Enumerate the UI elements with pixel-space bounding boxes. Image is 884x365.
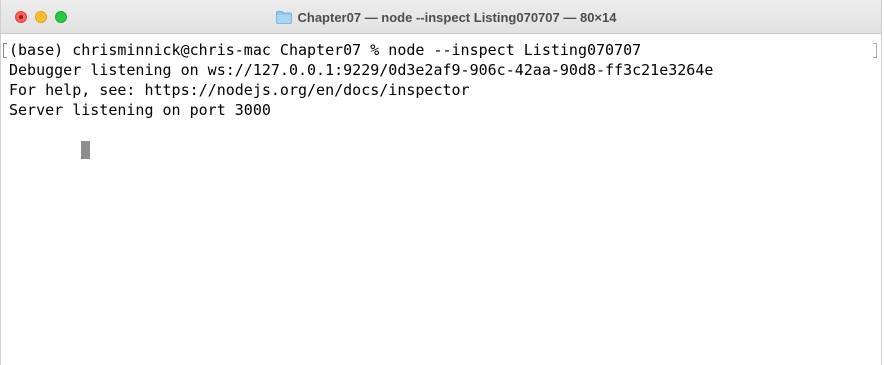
line-mark-right — [873, 43, 877, 58]
terminal-line-server: Server listening on port 3000 — [9, 101, 271, 119]
terminal-output[interactable]: (base) chrisminnick@chris-mac Chapter07 … — [1, 34, 881, 365]
terminal-content: (base) chrisminnick@chris-mac Chapter07 … — [9, 40, 869, 159]
terminal-line-command: (base) chrisminnick@chris-mac Chapter07 … — [9, 41, 642, 59]
terminal-line-debugger: Debugger listening on ws://127.0.0.1:922… — [9, 61, 714, 79]
terminal-window: Chapter07 — node --inspect Listing070707… — [0, 0, 882, 365]
terminal-cursor-line — [9, 120, 869, 159]
title-group: Chapter07 — node --inspect Listing070707… — [1, 0, 881, 34]
folder-icon — [275, 10, 292, 24]
title-bar[interactable]: Chapter07 — node --inspect Listing070707… — [1, 0, 881, 34]
terminal-cursor — [81, 141, 91, 159]
line-mark-left — [3, 43, 7, 58]
window-title: Chapter07 — node --inspect Listing070707… — [297, 9, 617, 25]
terminal-line-help: For help, see: https://nodejs.org/en/doc… — [9, 81, 470, 99]
